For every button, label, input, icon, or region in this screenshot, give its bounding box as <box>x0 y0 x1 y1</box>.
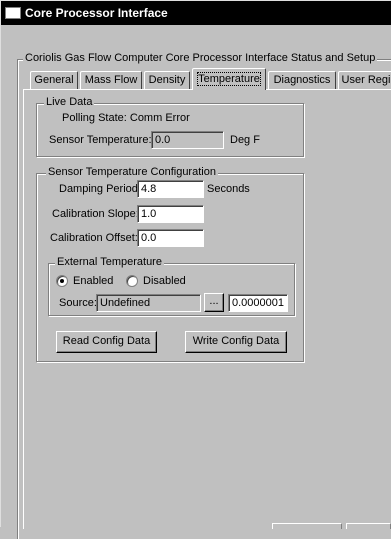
tab-density[interactable]: Density <box>144 71 190 89</box>
tab-user-registers-label: User Regi <box>341 74 391 86</box>
tab-diagnostics-label: Diagnostics <box>273 74 331 86</box>
tab-general[interactable]: General <box>30 71 78 89</box>
window-title: Core Processor Interface <box>25 6 168 20</box>
title-bar[interactable]: Core Processor Interface <box>1 1 391 25</box>
tab-diagnostics[interactable]: Diagnostics <box>268 71 336 89</box>
app-window-icon <box>5 7 21 19</box>
tab-mass-flow[interactable]: Mass Flow <box>80 71 142 89</box>
tab-temperature-label: Temperature <box>197 72 261 86</box>
temperature-tab-panel <box>23 89 391 529</box>
tab-temperature[interactable]: Temperature <box>192 68 266 90</box>
tab-density-label: Density <box>148 74 186 86</box>
status-setup-group-label: Coriolis Gas Flow Computer Core Processo… <box>23 52 378 64</box>
tab-mass-flow-label: Mass Flow <box>84 74 138 86</box>
tab-user-registers[interactable]: User Regi <box>338 71 391 89</box>
tab-general-label: General <box>34 74 74 86</box>
